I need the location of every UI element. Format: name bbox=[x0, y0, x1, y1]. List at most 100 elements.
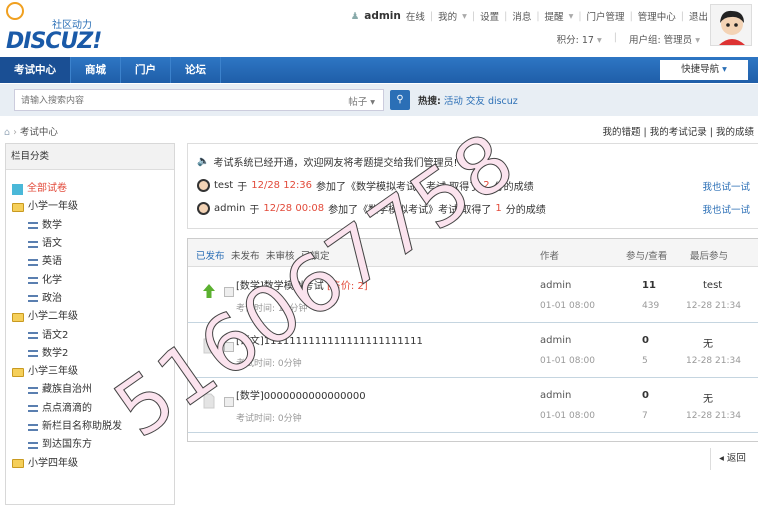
row-checkbox[interactable] bbox=[224, 342, 234, 352]
sidebar-item[interactable]: 语文 bbox=[6, 235, 174, 253]
record-post: 分的成绩 bbox=[493, 182, 534, 193]
folder-icon bbox=[12, 312, 24, 322]
created-date: 01-01 08:00 bbox=[540, 356, 595, 366]
sidebar-item[interactable]: 小学三年级 bbox=[6, 363, 174, 381]
sidebar-item-label: 语文2 bbox=[42, 329, 69, 341]
nav-portal[interactable]: 门户 bbox=[121, 57, 171, 83]
filter-unreviewed[interactable]: 未审核 bbox=[266, 248, 295, 262]
search-type-select[interactable]: 帖子 ▾ bbox=[348, 94, 375, 108]
last-participant[interactable]: 无 bbox=[703, 335, 713, 350]
list-icon bbox=[28, 350, 38, 358]
exam-title-link[interactable]: [语文]1111111111111111111111111 bbox=[236, 336, 423, 347]
announcement-panel: 🔈 考试系统已经开通，欢迎网友将考题提交给我们管理员! test 于 12/28… bbox=[187, 143, 758, 229]
table-row: [语文]1111111111111111111111111 考试时间: 0分钟 a… bbox=[188, 323, 758, 378]
my-link[interactable]: 我的 bbox=[438, 9, 457, 23]
exam-title-link[interactable]: [数学]0000000000000000 bbox=[236, 391, 366, 402]
sidebar-item[interactable]: 数学2 bbox=[6, 345, 174, 363]
my-scores-link[interactable]: 我的成绩 bbox=[716, 127, 754, 138]
author-link[interactable]: admin bbox=[540, 390, 571, 401]
sidebar-item[interactable]: 点点滴滴的 bbox=[6, 400, 174, 418]
filter-published[interactable]: 已发布 bbox=[196, 248, 225, 262]
sidebar-item[interactable]: 语文2 bbox=[6, 326, 174, 344]
table-row: [数学]0000000000000000 考试时间: 0分钟 admin 01-01… bbox=[188, 378, 758, 433]
record-time: 12/28 12:36 bbox=[251, 180, 313, 191]
admin-center-link[interactable]: 管理中心 bbox=[638, 9, 676, 23]
row-checkbox[interactable] bbox=[224, 397, 234, 407]
record-user[interactable]: test bbox=[214, 180, 233, 191]
sidebar-item-label: 藏族自治州 bbox=[42, 384, 92, 396]
logout-link[interactable]: 退出 bbox=[689, 9, 708, 23]
hot-link[interactable]: 活动 bbox=[444, 96, 463, 107]
up-arrow-icon bbox=[203, 284, 215, 298]
breadcrumb: ⌂ › 考试中心 bbox=[4, 127, 58, 138]
breadcrumb-current[interactable]: 考试中心 bbox=[20, 127, 58, 138]
exam-duration: 考试时间: 10分钟 bbox=[236, 304, 308, 314]
sidebar-item-label: 数学2 bbox=[42, 347, 69, 359]
last-participant[interactable]: test bbox=[703, 280, 722, 291]
home-icon bbox=[12, 183, 23, 195]
record-score: 2 bbox=[483, 180, 490, 191]
last-participant[interactable]: 无 bbox=[703, 390, 713, 405]
sidebar-item[interactable]: 到达国东方 bbox=[6, 436, 174, 454]
filter-locked[interactable]: 已锁定 bbox=[301, 248, 330, 262]
quick-nav-button[interactable]: 快捷导航 ▾ bbox=[660, 60, 748, 80]
sidebar-item-label: 化学 bbox=[42, 274, 62, 286]
points-dropdown[interactable]: 积分: 17 ▾ bbox=[557, 32, 602, 46]
sidebar-item[interactable]: 英语 bbox=[6, 253, 174, 271]
category-sidebar: 栏目分类 全部试卷 小学一年级 数学 语文 英语 化学 政治 小学二年级 语文2 数学2 小学三年级… bbox=[5, 143, 175, 505]
sidebar-item[interactable]: 小学四年级 bbox=[6, 454, 174, 472]
logo[interactable]: 社区动力 DISCUZ! bbox=[4, 2, 124, 54]
hot-link[interactable]: 交友 bbox=[466, 96, 485, 107]
my-exam-records-link[interactable]: 我的考试记录 bbox=[650, 127, 707, 138]
search-input[interactable] bbox=[15, 90, 315, 110]
my-wrong-questions-link[interactable]: 我的错题 bbox=[602, 127, 640, 138]
author-link[interactable]: admin bbox=[540, 335, 571, 346]
sidebar-item[interactable]: 小学二年级 bbox=[6, 308, 174, 326]
reminders-link[interactable]: 提醒 bbox=[545, 9, 564, 23]
sidebar-item[interactable]: 数学 bbox=[6, 217, 174, 235]
record-time: 12/28 00:08 bbox=[263, 203, 325, 214]
username-link[interactable]: admin bbox=[364, 10, 401, 22]
exam-title: [数学]数学模拟考试 [售价: 2] bbox=[236, 277, 368, 292]
settings-link[interactable]: 设置 bbox=[480, 9, 499, 23]
hot-link[interactable]: discuz bbox=[488, 96, 518, 107]
portal-admin-link[interactable]: 门户管理 bbox=[587, 9, 625, 23]
nav-shop[interactable]: 商城 bbox=[71, 57, 121, 83]
record-row: test 于 12/28 12:36 参加了《数学模拟考试》考试,取得了 2 分… bbox=[197, 178, 534, 193]
sidebar-item-label: 政治 bbox=[42, 292, 62, 304]
sidebar-item[interactable]: 小学一年级 bbox=[6, 198, 174, 216]
list-icon bbox=[28, 222, 38, 230]
sidebar-item[interactable]: 全部试卷 bbox=[6, 180, 174, 198]
user-icon: ♟ bbox=[350, 10, 360, 22]
col-stats: 参与/查看 bbox=[626, 251, 668, 262]
avatar[interactable] bbox=[710, 4, 752, 46]
exam-title-link[interactable]: [数学]数学模拟考试 bbox=[236, 281, 324, 292]
sidebar-item-label: 点点滴滴的 bbox=[42, 402, 92, 414]
bulb-icon bbox=[6, 2, 24, 20]
sidebar-item[interactable]: 政治 bbox=[6, 290, 174, 308]
group-dropdown[interactable]: 用户组: 管理员 ▾ bbox=[629, 32, 700, 46]
try-it-link[interactable]: 我也试一试 bbox=[702, 202, 750, 216]
row-checkbox[interactable] bbox=[224, 287, 234, 297]
notice-text: 考试系统已经开通，欢迎网友将考题提交给我们管理员! bbox=[213, 158, 458, 169]
nav-exam-center[interactable]: 考试中心 bbox=[0, 57, 71, 83]
back-button[interactable]: ◂ 返回 bbox=[710, 448, 754, 470]
home-icon[interactable]: ⌂ bbox=[4, 127, 10, 138]
filter-unpublished[interactable]: 未发布 bbox=[231, 248, 260, 262]
online-status[interactable]: 在线 bbox=[406, 9, 425, 23]
nav-forum[interactable]: 论坛 bbox=[171, 57, 221, 83]
sidebar-item[interactable]: 新栏目名称助脱发 bbox=[6, 418, 174, 436]
record-user[interactable]: admin bbox=[214, 203, 245, 214]
author-link[interactable]: admin bbox=[540, 280, 571, 291]
list-icon bbox=[28, 423, 38, 431]
record-pre: 于 bbox=[249, 205, 260, 216]
messages-link[interactable]: 消息 bbox=[512, 9, 531, 23]
list-icon bbox=[28, 386, 38, 394]
sidebar-item[interactable]: 藏族自治州 bbox=[6, 381, 174, 399]
sidebar-item-label: 小学三年级 bbox=[28, 366, 78, 378]
sidebar-item[interactable]: 化学 bbox=[6, 271, 174, 289]
search-button[interactable]: ⚲ bbox=[390, 90, 410, 110]
record-text: 参加了《数学模拟考试》考试,取得了 bbox=[316, 182, 480, 193]
table-row: [数学]数学模拟考试 [售价: 2] 考试时间: 10分钟 admin 01-01 0… bbox=[188, 268, 758, 323]
try-it-link[interactable]: 我也试一试 bbox=[702, 179, 750, 193]
